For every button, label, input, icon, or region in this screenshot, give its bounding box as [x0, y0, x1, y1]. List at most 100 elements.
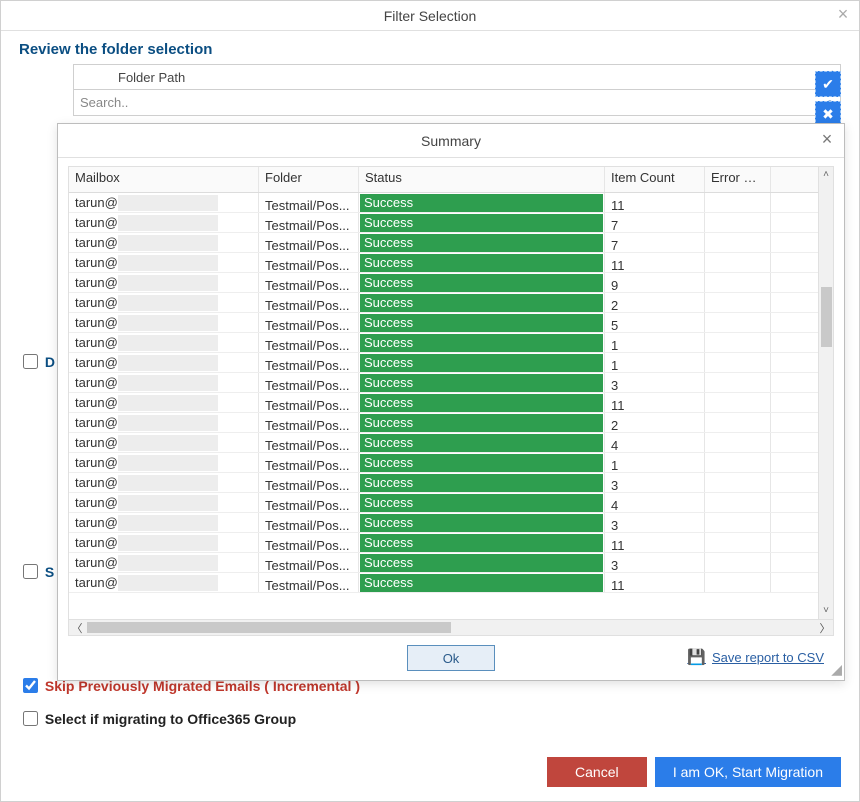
- mailbox-masked: [118, 535, 218, 551]
- modal-titlebar: Summary ×: [58, 124, 844, 158]
- cell-error-det: [705, 313, 771, 332]
- status-badge: Success: [360, 254, 603, 272]
- mailbox-prefix: tarun@: [75, 413, 118, 432]
- col-error-det[interactable]: Error Det˄: [705, 167, 771, 192]
- folder-path-label: Folder Path: [118, 70, 185, 85]
- mailbox-prefix: tarun@: [75, 253, 118, 272]
- cell-error-det: [705, 493, 771, 512]
- scroll-down-icon[interactable]: ˅: [823, 603, 829, 619]
- cell-error-det: [705, 393, 771, 412]
- office365-group-option[interactable]: Select if migrating to Office365 Group: [19, 708, 360, 729]
- status-badge: Success: [360, 494, 603, 512]
- save-csv-link[interactable]: 💾 Save report to CSV: [687, 648, 824, 666]
- table-row[interactable]: tarun@Testmail/Pos...Success11: [69, 253, 833, 273]
- table-row[interactable]: tarun@Testmail/Pos...Success4: [69, 493, 833, 513]
- office365-group-checkbox[interactable]: [23, 711, 38, 726]
- cell-error-det: [705, 273, 771, 292]
- save-csv-label: Save report to CSV: [712, 650, 824, 665]
- scroll-right-icon[interactable]: 〉: [817, 620, 833, 636]
- cell-mailbox: tarun@: [69, 253, 259, 272]
- table-row[interactable]: tarun@Testmail/Pos...Success11: [69, 533, 833, 553]
- col-status[interactable]: Status: [359, 167, 605, 192]
- table-row[interactable]: tarun@Testmail/Pos...Success9: [69, 273, 833, 293]
- cell-mailbox: tarun@: [69, 413, 259, 432]
- cell-item-count: 5: [605, 313, 705, 332]
- col-mailbox[interactable]: Mailbox: [69, 167, 259, 192]
- start-migration-button[interactable]: I am OK, Start Migration: [655, 757, 841, 787]
- cell-error-det: [705, 453, 771, 472]
- cell-folder: Testmail/Pos...: [259, 213, 359, 232]
- cell-error-det: [705, 573, 771, 592]
- col-item-count[interactable]: Item Count: [605, 167, 705, 192]
- mailbox-prefix: tarun@: [75, 513, 118, 532]
- cell-folder: Testmail/Pos...: [259, 473, 359, 492]
- option-d-checkbox[interactable]: [23, 354, 38, 369]
- cell-mailbox: tarun@: [69, 273, 259, 292]
- modal-close-button[interactable]: ×: [816, 128, 838, 150]
- cell-mailbox: tarun@: [69, 433, 259, 452]
- mailbox-masked: [118, 455, 218, 471]
- cell-item-count: 3: [605, 553, 705, 572]
- cell-status: Success: [359, 253, 605, 272]
- table-row[interactable]: tarun@Testmail/Pos...Success3: [69, 373, 833, 393]
- table-row[interactable]: tarun@Testmail/Pos...Success1: [69, 333, 833, 353]
- table-row[interactable]: tarun@Testmail/Pos...Success3: [69, 553, 833, 573]
- cell-item-count: 11: [605, 393, 705, 412]
- table-row[interactable]: tarun@Testmail/Pos...Success2: [69, 293, 833, 313]
- cell-folder: Testmail/Pos...: [259, 333, 359, 352]
- mailbox-prefix: tarun@: [75, 293, 118, 312]
- table-row[interactable]: tarun@Testmail/Pos...Success1: [69, 453, 833, 473]
- scroll-left-icon[interactable]: 〈: [69, 620, 85, 636]
- table-row[interactable]: tarun@Testmail/Pos...Success5: [69, 313, 833, 333]
- mailbox-prefix: tarun@: [75, 353, 118, 372]
- table-row[interactable]: tarun@Testmail/Pos...Success11: [69, 193, 833, 213]
- vertical-scrollbar[interactable]: ˄ ˅: [818, 167, 833, 619]
- table-row[interactable]: tarun@Testmail/Pos...Success7: [69, 213, 833, 233]
- col-folder[interactable]: Folder: [259, 167, 359, 192]
- bg-close-button[interactable]: ×: [833, 4, 853, 24]
- cell-error-det: [705, 213, 771, 232]
- cell-mailbox: tarun@: [69, 533, 259, 552]
- mailbox-masked: [118, 235, 218, 251]
- mailbox-prefix: tarun@: [75, 313, 118, 332]
- table-row[interactable]: tarun@Testmail/Pos...Success11: [69, 573, 833, 593]
- status-badge: Success: [360, 434, 603, 452]
- cell-folder: Testmail/Pos...: [259, 433, 359, 452]
- option-s-checkbox[interactable]: [23, 564, 38, 579]
- folder-search-input[interactable]: Search.. ⌕: [73, 90, 841, 116]
- skip-previously-migrated-checkbox[interactable]: [23, 678, 38, 693]
- table-row[interactable]: tarun@Testmail/Pos...Success7: [69, 233, 833, 253]
- cell-mailbox: tarun@: [69, 553, 259, 572]
- scroll-thumb-v[interactable]: [821, 287, 832, 347]
- mailbox-masked: [118, 255, 218, 271]
- table-row[interactable]: tarun@Testmail/Pos...Success3: [69, 513, 833, 533]
- option-s[interactable]: S: [19, 561, 54, 582]
- table-row[interactable]: tarun@Testmail/Pos...Success2: [69, 413, 833, 433]
- resize-grip-icon[interactable]: ◢: [831, 661, 842, 678]
- grid-body[interactable]: tarun@Testmail/Pos...Success11tarun@Test…: [69, 193, 833, 619]
- status-badge: Success: [360, 334, 603, 352]
- cell-status: Success: [359, 273, 605, 292]
- option-s-label: S: [45, 564, 54, 580]
- status-badge: Success: [360, 294, 603, 312]
- bg-title: Filter Selection: [384, 8, 477, 24]
- select-all-button[interactable]: ✔: [815, 71, 841, 97]
- option-d[interactable]: D: [19, 351, 55, 372]
- scroll-thumb-h[interactable]: [87, 622, 451, 633]
- ok-button[interactable]: Ok: [407, 645, 495, 671]
- cell-item-count: 3: [605, 373, 705, 392]
- table-row[interactable]: tarun@Testmail/Pos...Success4: [69, 433, 833, 453]
- folder-path-header[interactable]: Folder Path ▲ ▼: [73, 64, 841, 90]
- table-row[interactable]: tarun@Testmail/Pos...Success11: [69, 393, 833, 413]
- scroll-up-icon[interactable]: ˄: [823, 167, 829, 183]
- cell-mailbox: tarun@: [69, 573, 259, 592]
- cancel-button[interactable]: Cancel: [547, 757, 647, 787]
- table-row[interactable]: tarun@Testmail/Pos...Success1: [69, 353, 833, 373]
- cell-status: Success: [359, 193, 605, 212]
- horizontal-scrollbar[interactable]: 〈 〉: [69, 619, 833, 635]
- cell-error-det: [705, 353, 771, 372]
- mailbox-masked: [118, 375, 218, 391]
- mailbox-prefix: tarun@: [75, 393, 118, 412]
- cell-item-count: 9: [605, 273, 705, 292]
- table-row[interactable]: tarun@Testmail/Pos...Success3: [69, 473, 833, 493]
